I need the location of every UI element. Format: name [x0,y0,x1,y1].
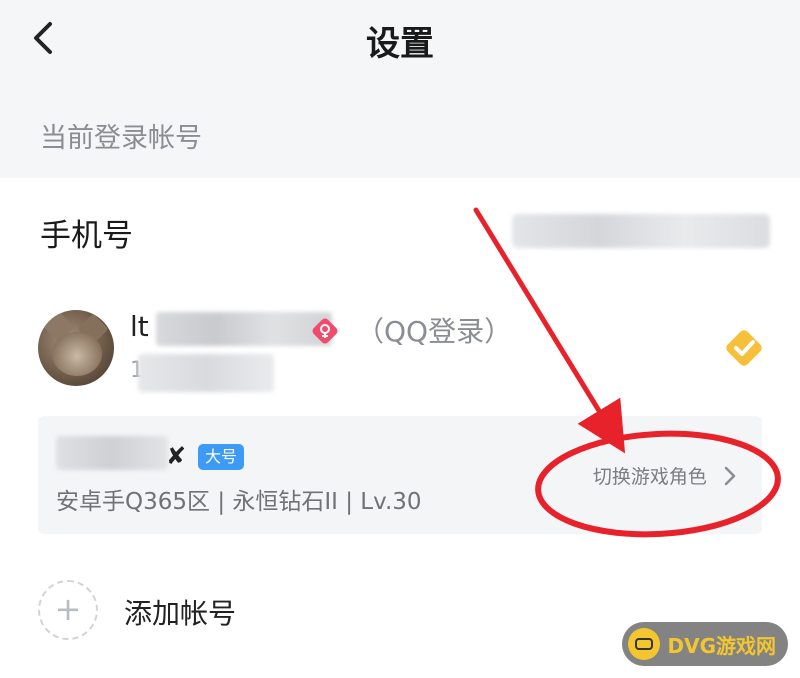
phone-row[interactable]: 手机号 [40,210,770,258]
watermark-text: DVG游戏网 [667,633,777,658]
chevron-right-icon [724,466,736,485]
watermark-logo: DVG游戏网 [621,622,788,666]
nickname-prefix: lt [130,310,149,343]
role-name-suffix: ✘ [166,442,187,470]
account-id-redacted [138,354,274,392]
phone-number-redacted [512,214,770,248]
login-type-label: （QQ登录） [356,315,513,348]
female-icon [312,318,338,344]
role-info: 安卓手Q365区 | 永恒钻石II | Lv.30 [56,489,422,515]
gamepad-icon [627,628,660,660]
plus-icon: + [54,590,82,628]
switch-role-label: 切换游戏角色 [592,466,707,488]
add-account-button[interactable]: + 添加帐号 [38,580,338,642]
nickname-redacted [156,312,332,346]
phone-label: 手机号 [40,218,133,254]
header-bar: 设置 [0,0,800,82]
game-role-card: ✘ 大号 安卓手Q365区 | 永恒钻石II | Lv.30 切换游戏角色 [38,416,762,534]
role-name-redacted [56,436,168,470]
avatar [38,310,114,386]
switch-game-role-button[interactable]: 切换游戏角色 [593,462,740,492]
main-account-badge: 大号 [198,444,245,470]
check-badge-icon [726,330,762,366]
page-title: 设置 [366,24,434,64]
section-label-current-account: 当前登录帐号 [40,123,202,154]
account-row[interactable]: lt （QQ登录） 1 [38,306,768,396]
add-account-label: 添加帐号 [124,597,237,630]
